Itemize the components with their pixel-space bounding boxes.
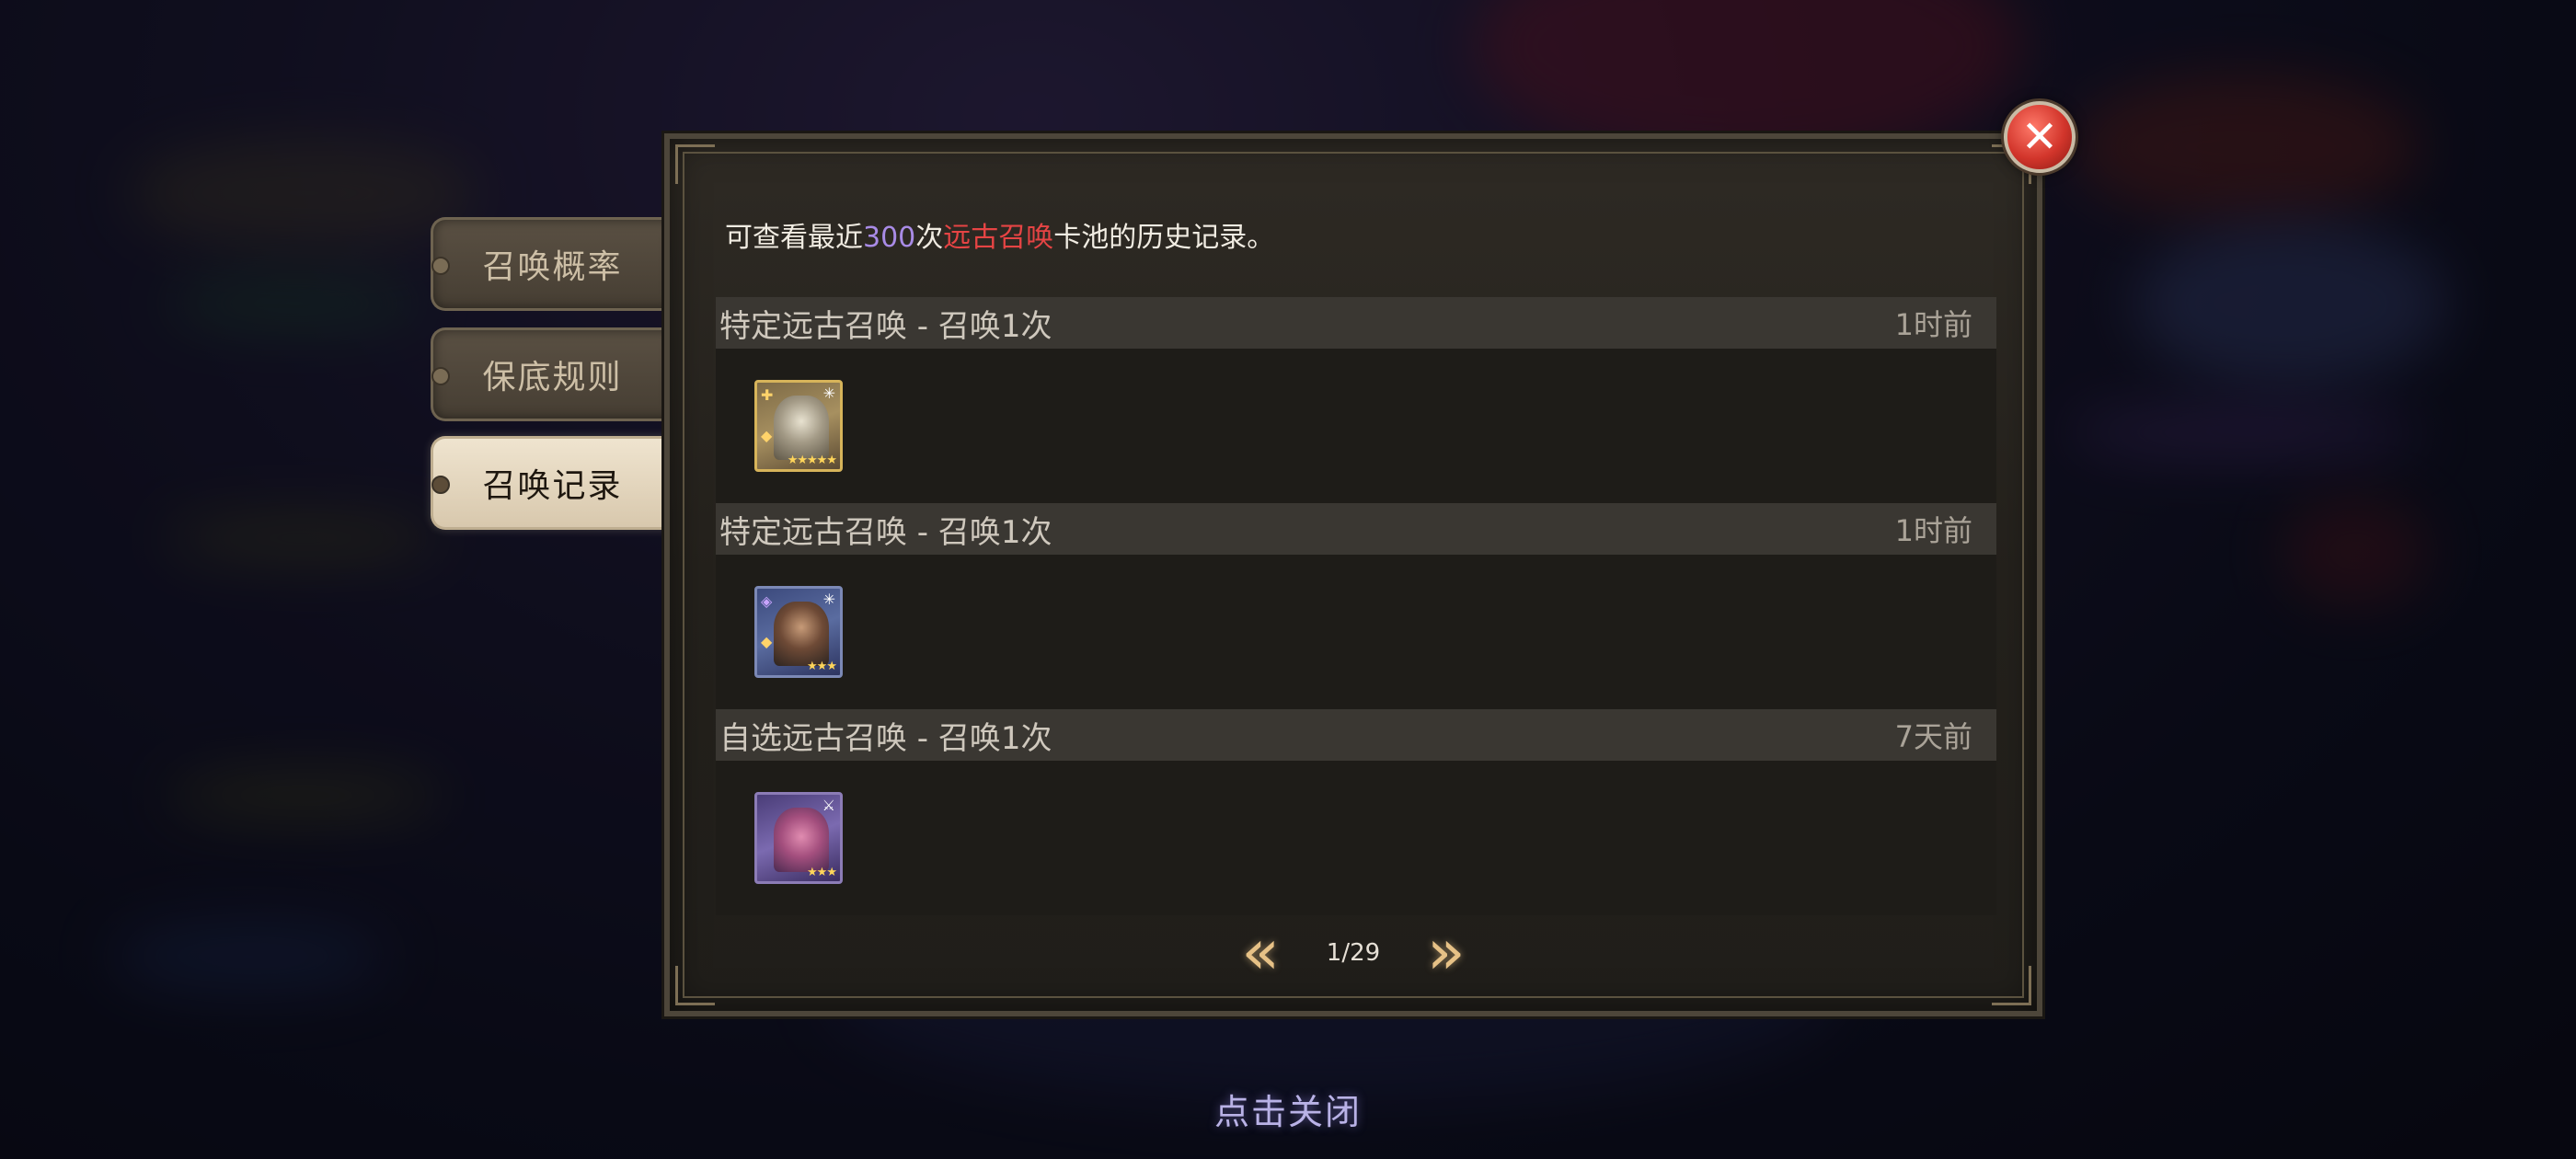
hero-card[interactable]: ⚔ ★★★ xyxy=(754,792,843,884)
record-header: 特定远古召唤 - 召唤1次 1时前 xyxy=(716,297,1996,349)
record-title: 自选远古召唤 - 召唤1次 xyxy=(719,719,1052,757)
record-header: 自选远古召唤 - 召唤1次 7天前 xyxy=(716,709,1996,761)
element-badge-icon: ◆ xyxy=(761,427,773,444)
record-body: ⚔ ★★★ xyxy=(716,761,1996,915)
history-description: 可查看最近300次远古召唤卡池的历史记录。 xyxy=(725,214,1274,255)
tab-pity-rules[interactable]: 保底规则 xyxy=(431,327,672,421)
record-time: 1时前 xyxy=(1894,513,1972,548)
frame-corner xyxy=(675,144,715,184)
tab-label: 召唤概率 xyxy=(482,248,623,286)
hero-elder-mage-icon xyxy=(774,396,829,460)
pagination: « 1/29 » xyxy=(670,922,2037,984)
class-icon: ⚔ xyxy=(822,797,835,814)
rank-badge-icon: ◈ xyxy=(761,592,773,610)
record-header: 特定远古召唤 - 召唤1次 1时前 xyxy=(716,503,1996,555)
record-title: 特定远古召唤 - 召唤1次 xyxy=(719,307,1052,345)
hero-card[interactable]: ✚ ◆ ✳ ★★★★★ xyxy=(754,380,843,472)
tab-knob xyxy=(431,476,450,494)
star-rating: ★★★★★ xyxy=(787,453,837,467)
intro-prefix: 可查看最近 xyxy=(725,222,863,254)
tab-knob xyxy=(431,367,450,385)
hero-warrior-icon xyxy=(774,602,829,666)
tab-knob xyxy=(431,257,450,275)
hero-card[interactable]: ◈ ◆ ✳ ★★★ xyxy=(754,586,843,678)
tab-summon-history[interactable]: 召唤记录 xyxy=(431,436,672,530)
star-rating: ★★★ xyxy=(807,660,837,673)
rank-badge-icon: ✚ xyxy=(761,386,774,404)
intro-count: 300 xyxy=(863,222,916,254)
class-icon: ✳ xyxy=(822,384,835,402)
tab-summon-rate[interactable]: 召唤概率 xyxy=(431,217,672,311)
hero-dragon-icon xyxy=(774,808,829,872)
record-time: 7天前 xyxy=(1894,719,1972,754)
double-chevron-left-icon[interactable]: « xyxy=(1241,922,1280,984)
close-button[interactable]: ✕ xyxy=(2004,101,2076,173)
record-title: 特定远古召唤 - 召唤1次 xyxy=(719,513,1052,551)
star-rating: ★★★ xyxy=(807,866,837,879)
double-chevron-right-icon[interactable]: » xyxy=(1427,922,1466,984)
class-icon: ✳ xyxy=(822,591,835,608)
intro-count-suffix: 次 xyxy=(915,222,944,254)
record-body: ◈ ◆ ✳ ★★★ xyxy=(716,555,1996,709)
summon-history-panel: 可查看最近300次远古召唤卡池的历史记录。 特定远古召唤 - 召唤1次 1时前 … xyxy=(664,133,2042,1016)
close-icon: ✕ xyxy=(2020,111,2059,163)
tab-label: 召唤记录 xyxy=(482,467,623,505)
intro-pool-name: 远古召唤 xyxy=(943,222,1054,254)
element-badge-icon: ◆ xyxy=(761,633,773,650)
record-time: 1时前 xyxy=(1894,307,1972,342)
record-body: ✚ ◆ ✳ ★★★★★ xyxy=(716,349,1996,503)
page-indicator: 1/29 xyxy=(1326,939,1381,967)
intro-suffix: 卡池的历史记录。 xyxy=(1053,222,1275,254)
tab-label: 保底规则 xyxy=(482,359,623,396)
tap-to-close-hint[interactable]: 点击关闭 xyxy=(0,1084,2576,1134)
